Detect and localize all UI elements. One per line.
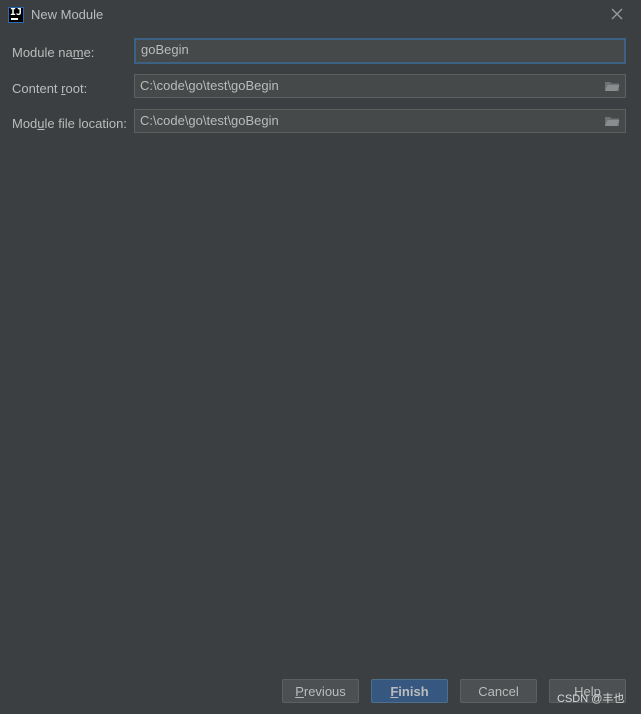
- title-bar: IJ New Module: [0, 0, 641, 30]
- cancel-button[interactable]: Cancel: [460, 679, 537, 703]
- content-root-value: C:\code\go\test\goBegin: [140, 78, 279, 93]
- module-name-input[interactable]: goBegin: [134, 38, 626, 64]
- module-name-value: goBegin: [141, 42, 189, 57]
- module-name-label: Module name:: [12, 45, 95, 60]
- content-root-input[interactable]: C:\code\go\test\goBegin: [134, 74, 626, 98]
- finish-button[interactable]: Finish: [371, 679, 448, 703]
- previous-button[interactable]: Previous: [282, 679, 359, 703]
- watermark: CSDN @丰也: [557, 693, 625, 705]
- folder-icon[interactable]: [604, 80, 620, 92]
- module-file-location-label: Module file location:: [12, 116, 127, 131]
- folder-icon[interactable]: [604, 115, 620, 127]
- content-root-label: Content root:: [12, 81, 88, 96]
- module-file-location-input[interactable]: C:\code\go\test\goBegin: [134, 109, 626, 133]
- window-title: New Module: [31, 7, 104, 22]
- close-icon[interactable]: [608, 5, 626, 23]
- intellij-icon: IJ: [8, 7, 24, 23]
- module-file-location-value: C:\code\go\test\goBegin: [140, 113, 279, 128]
